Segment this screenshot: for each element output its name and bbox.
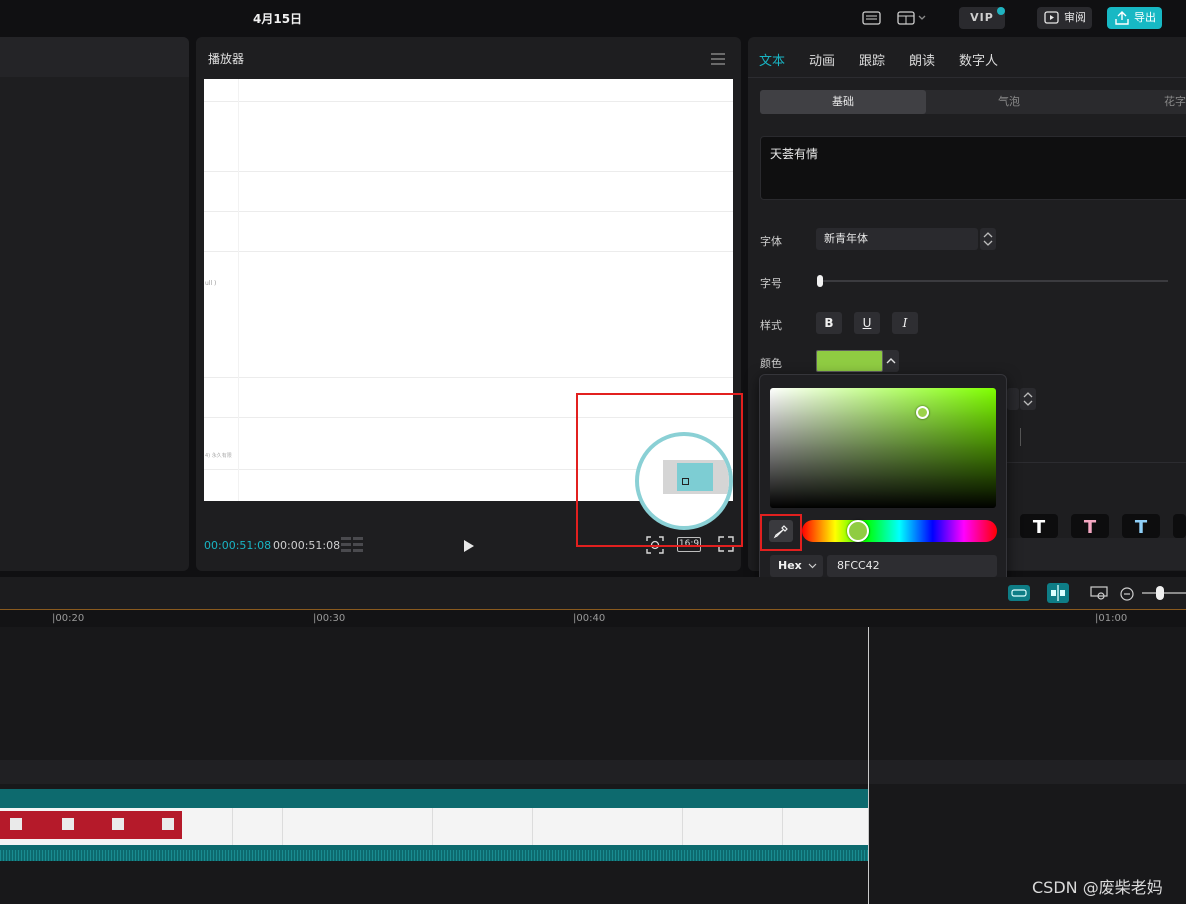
saturation-handle[interactable] bbox=[916, 406, 929, 419]
subtab-fancy-text[interactable]: 花字 bbox=[1164, 90, 1186, 114]
divider bbox=[1007, 462, 1186, 463]
export-label: 导出 bbox=[1134, 11, 1156, 24]
timecode-tick: |00:40 bbox=[573, 613, 606, 624]
text-preset-yellow[interactable] bbox=[1173, 514, 1186, 538]
saturation-value-area[interactable] bbox=[770, 388, 996, 508]
review-label: 审阅 bbox=[1064, 11, 1086, 24]
project-date: 4月15日 bbox=[253, 12, 303, 26]
split-icon[interactable] bbox=[1047, 583, 1069, 603]
tab-read-aloud[interactable]: 朗读 bbox=[909, 50, 935, 69]
color-label: 颜色 bbox=[760, 357, 782, 370]
preview-axis-icon[interactable] bbox=[1090, 585, 1108, 601]
hue-slider[interactable] bbox=[802, 520, 997, 542]
text-preset-pink[interactable]: T bbox=[1071, 514, 1109, 538]
tab-text[interactable]: 文本 bbox=[759, 50, 785, 69]
italic-button[interactable]: I bbox=[892, 312, 918, 334]
zoom-out-icon[interactable] bbox=[1120, 586, 1134, 601]
player-title: 播放器 bbox=[208, 52, 245, 66]
total-time: 00:00:51:08 bbox=[273, 539, 341, 552]
export-button[interactable]: 导出 bbox=[1107, 7, 1162, 29]
media-panel bbox=[0, 37, 189, 571]
current-time: 00:00:51:08 bbox=[204, 539, 272, 552]
font-label: 字体 bbox=[760, 235, 782, 248]
review-icon bbox=[1044, 11, 1059, 24]
color-toggle[interactable] bbox=[883, 350, 899, 372]
chevron-down-icon bbox=[808, 563, 817, 569]
tab-digital-human[interactable]: 数字人 bbox=[959, 50, 998, 69]
upload-icon bbox=[1115, 11, 1129, 25]
annotation-highlight-box bbox=[760, 514, 802, 551]
clip-red-segment bbox=[0, 811, 182, 839]
top-bar bbox=[0, 0, 1186, 36]
text-content-input[interactable]: 天荟有情 bbox=[760, 136, 1186, 200]
font-stepper[interactable] bbox=[980, 228, 996, 250]
frame-text: 4) 永久有限 bbox=[205, 453, 232, 459]
link-icon[interactable] bbox=[1008, 585, 1030, 601]
timecode-tick: |01:00 bbox=[1095, 613, 1128, 624]
magnifier-circle bbox=[635, 432, 733, 530]
magnified-color bbox=[677, 463, 713, 491]
style-label: 样式 bbox=[760, 319, 782, 332]
play-icon[interactable] bbox=[463, 538, 475, 552]
hue-handle[interactable] bbox=[847, 520, 869, 542]
track-row bbox=[0, 760, 1186, 784]
timecode-tick: |00:20 bbox=[52, 613, 85, 624]
zoom-slider-track[interactable] bbox=[1142, 592, 1186, 594]
text-preset-blue[interactable]: T bbox=[1122, 514, 1160, 538]
subtab-bubble[interactable]: 气泡 bbox=[926, 90, 1092, 114]
color-swatch[interactable] bbox=[816, 350, 883, 372]
grid-icon[interactable] bbox=[341, 537, 363, 553]
review-button[interactable]: 审阅 bbox=[1037, 7, 1092, 29]
watermark: CSDN @废柴老妈 bbox=[1032, 878, 1163, 897]
size-label: 字号 bbox=[760, 277, 782, 290]
tab-animation[interactable]: 动画 bbox=[809, 50, 835, 69]
size-slider-handle[interactable] bbox=[817, 275, 823, 287]
underline-button[interactable]: U bbox=[854, 312, 880, 334]
timecode-tick: |00:30 bbox=[313, 613, 346, 624]
hidden-field bbox=[1007, 388, 1019, 410]
frame-text: ull ) bbox=[205, 280, 217, 287]
picker-cursor-icon bbox=[682, 478, 689, 485]
keyboard-icon[interactable] bbox=[862, 9, 882, 27]
bold-button[interactable]: B bbox=[816, 312, 842, 334]
playhead[interactable] bbox=[868, 627, 869, 904]
zoom-slider-handle[interactable] bbox=[1156, 586, 1164, 600]
tab-tracking[interactable]: 跟踪 bbox=[859, 50, 885, 69]
tab-divider bbox=[748, 77, 1186, 78]
hex-input[interactable]: 8FCC42 bbox=[827, 555, 997, 577]
size-slider-track[interactable] bbox=[820, 280, 1168, 282]
divider bbox=[1020, 428, 1021, 446]
color-mode-label: Hex bbox=[778, 559, 802, 572]
color-mode-select[interactable]: Hex bbox=[770, 555, 823, 577]
subtab-basic[interactable]: 基础 bbox=[760, 90, 926, 114]
hidden-stepper[interactable] bbox=[1020, 388, 1036, 410]
layout-icon[interactable] bbox=[897, 9, 929, 27]
audio-waveform bbox=[0, 850, 868, 861]
menu-icon[interactable] bbox=[711, 50, 725, 65]
text-preset-white[interactable]: T bbox=[1020, 514, 1058, 538]
font-select[interactable]: 新青年体 bbox=[816, 228, 978, 250]
preset-footer bbox=[1007, 538, 1186, 570]
notification-dot bbox=[997, 7, 1005, 15]
